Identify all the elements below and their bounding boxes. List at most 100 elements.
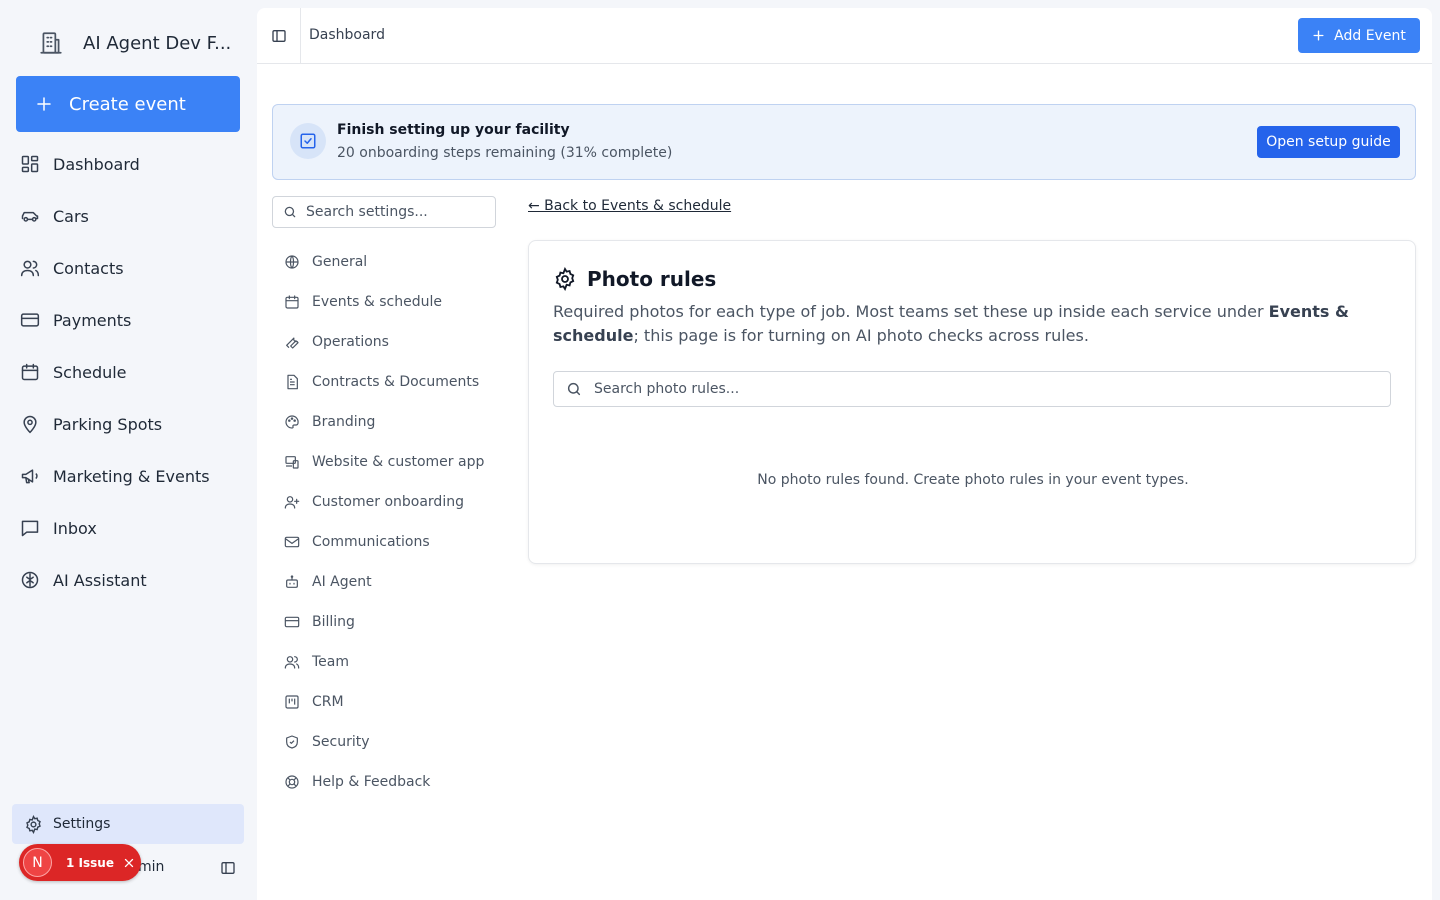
sidebar-item-inbox[interactable]: Inbox bbox=[0, 502, 256, 554]
settings-nav-label: Operations bbox=[312, 334, 389, 350]
photo-rules-search[interactable] bbox=[553, 371, 1391, 407]
sidebar-item-payments[interactable]: Payments bbox=[0, 294, 256, 346]
sidebar-item-dashboard[interactable]: Dashboard bbox=[0, 138, 256, 190]
settings-nav-label: CRM bbox=[312, 694, 344, 710]
main-panel: Dashboard Add Event Finish setting up yo… bbox=[257, 8, 1432, 900]
issue-avatar: N bbox=[23, 848, 52, 877]
card-title-text: Photo rules bbox=[587, 267, 717, 291]
wrench-icon bbox=[284, 334, 300, 350]
user-name: min bbox=[138, 859, 165, 875]
settings-search[interactable] bbox=[272, 196, 496, 228]
issue-count-label: 1 Issue bbox=[66, 855, 114, 870]
sidebar-item-ai-assistant[interactable]: AI Assistant bbox=[0, 554, 256, 606]
topbar-divider bbox=[300, 8, 301, 64]
sidebar-collapse-icon[interactable] bbox=[220, 860, 236, 876]
card-title: Photo rules bbox=[553, 267, 716, 291]
sidebar-item-cars[interactable]: Cars bbox=[0, 190, 256, 242]
message-square-icon bbox=[20, 518, 40, 538]
settings-nav-label: Customer onboarding bbox=[312, 494, 464, 510]
setup-progress-text: 20 onboarding steps remaining (31% compl… bbox=[337, 145, 673, 161]
sidebar-item-label: Contacts bbox=[53, 258, 124, 278]
sidebar-item-label: Marketing & Events bbox=[53, 466, 210, 486]
setup-title: Finish setting up your facility bbox=[337, 122, 570, 138]
globe-icon bbox=[284, 254, 300, 270]
settings-nav-label: Events & schedule bbox=[312, 294, 442, 310]
settings-nav-label: Billing bbox=[312, 614, 355, 630]
sidebar-item-settings[interactable]: Settings bbox=[12, 804, 244, 844]
issue-badge[interactable]: N 1 Issue bbox=[19, 844, 141, 881]
sidebar-item-contacts[interactable]: Contacts bbox=[0, 242, 256, 294]
add-event-button[interactable]: Add Event bbox=[1298, 18, 1420, 53]
building-icon bbox=[38, 30, 64, 56]
settings-nav-team[interactable]: Team bbox=[272, 642, 496, 682]
settings-nav-label: AI Agent bbox=[312, 574, 372, 590]
settings-nav-label: Help & Feedback bbox=[312, 774, 431, 790]
create-event-button[interactable]: Create event bbox=[16, 76, 240, 132]
settings-nav-events-schedule[interactable]: Events & schedule bbox=[272, 282, 496, 322]
settings-nav-billing[interactable]: Billing bbox=[272, 602, 496, 642]
settings-nav-general[interactable]: General bbox=[272, 242, 496, 282]
users-icon bbox=[20, 258, 40, 278]
settings-nav-label: Communications bbox=[312, 534, 430, 550]
sidebar-item-label: Dashboard bbox=[53, 154, 140, 174]
search-icon bbox=[283, 205, 297, 219]
car-icon bbox=[20, 206, 40, 226]
open-setup-guide-button[interactable]: Open setup guide bbox=[1257, 126, 1400, 158]
settings-search-input[interactable] bbox=[306, 204, 495, 220]
settings-nav-crm[interactable]: CRM bbox=[272, 682, 496, 722]
sidebar-item-label: Schedule bbox=[53, 362, 127, 382]
bot-icon bbox=[284, 574, 300, 590]
shield-icon bbox=[284, 734, 300, 750]
add-event-label: Add Event bbox=[1334, 27, 1406, 44]
megaphone-icon bbox=[20, 466, 40, 486]
card-description: Required photos for each type of job. Mo… bbox=[553, 300, 1389, 348]
left-sidebar: AI Agent Dev F... Create event Dashboard… bbox=[0, 0, 256, 900]
palette-icon bbox=[284, 414, 300, 430]
sidebar-item-label: Payments bbox=[53, 310, 132, 330]
breadcrumb[interactable]: Dashboard bbox=[309, 27, 385, 43]
settings-nav-label: Contracts & Documents bbox=[312, 374, 480, 390]
settings-nav-communications[interactable]: Communications bbox=[272, 522, 496, 562]
sidebar-item-parking-spots[interactable]: Parking Spots bbox=[0, 398, 256, 450]
settings-nav-ai-agent[interactable]: AI Agent bbox=[272, 562, 496, 602]
settings-nav-branding[interactable]: Branding bbox=[272, 402, 496, 442]
back-to-events-link[interactable]: ← Back to Events & schedule bbox=[528, 198, 731, 214]
settings-nav-operations[interactable]: Operations bbox=[272, 322, 496, 362]
users-icon bbox=[284, 654, 300, 670]
settings-nav: General Events & schedule Operations Con… bbox=[272, 242, 496, 802]
setup-banner: Finish setting up your facility 20 onboa… bbox=[272, 104, 1416, 180]
map-pin-icon bbox=[20, 414, 40, 434]
close-icon[interactable] bbox=[123, 857, 135, 869]
settings-nav-help-feedback[interactable]: Help & Feedback bbox=[272, 762, 496, 802]
brand[interactable]: AI Agent Dev F... bbox=[38, 30, 231, 56]
settings-nav-security[interactable]: Security bbox=[272, 722, 496, 762]
empty-state-message: No photo rules found. Create photo rules… bbox=[757, 472, 1189, 488]
kanban-icon bbox=[284, 694, 300, 710]
calendar-icon bbox=[284, 294, 300, 310]
settings-nav-label: Security bbox=[312, 734, 370, 750]
settings-nav-customer-onboarding[interactable]: Customer onboarding bbox=[272, 482, 496, 522]
sidebar-item-label: Cars bbox=[53, 206, 89, 226]
user-row[interactable]: min N 1 Issue bbox=[12, 844, 244, 886]
settings-nav-website-customer-app[interactable]: Website & customer app bbox=[272, 442, 496, 482]
gear-icon bbox=[553, 267, 577, 291]
settings-nav-label: Team bbox=[312, 654, 350, 670]
sidebar-item-marketing-events[interactable]: Marketing & Events bbox=[0, 450, 256, 502]
sidebar-toggle-icon[interactable] bbox=[271, 28, 287, 44]
settings-nav-contracts-documents[interactable]: Contracts & Documents bbox=[272, 362, 496, 402]
dashboard-icon bbox=[20, 154, 40, 174]
top-bar: Dashboard Add Event bbox=[257, 8, 1432, 64]
sidebar-item-schedule[interactable]: Schedule bbox=[0, 346, 256, 398]
card-description-text-end: ; this page is for turning on AI photo c… bbox=[633, 326, 1089, 345]
credit-card-icon bbox=[20, 310, 40, 330]
settings-nav-label: Website & customer app bbox=[312, 454, 485, 470]
sidebar-nav: Dashboard Cars Contacts Payments Schedul… bbox=[0, 138, 256, 606]
photo-rules-card: Photo rules Required photos for each typ… bbox=[528, 240, 1416, 564]
calendar-icon bbox=[20, 362, 40, 382]
photo-rules-search-input[interactable] bbox=[594, 381, 1390, 397]
life-buoy-icon bbox=[284, 774, 300, 790]
gear-icon bbox=[24, 814, 43, 834]
search-icon bbox=[566, 381, 582, 397]
plus-icon bbox=[35, 95, 53, 113]
sidebar-item-label: Inbox bbox=[53, 518, 97, 538]
